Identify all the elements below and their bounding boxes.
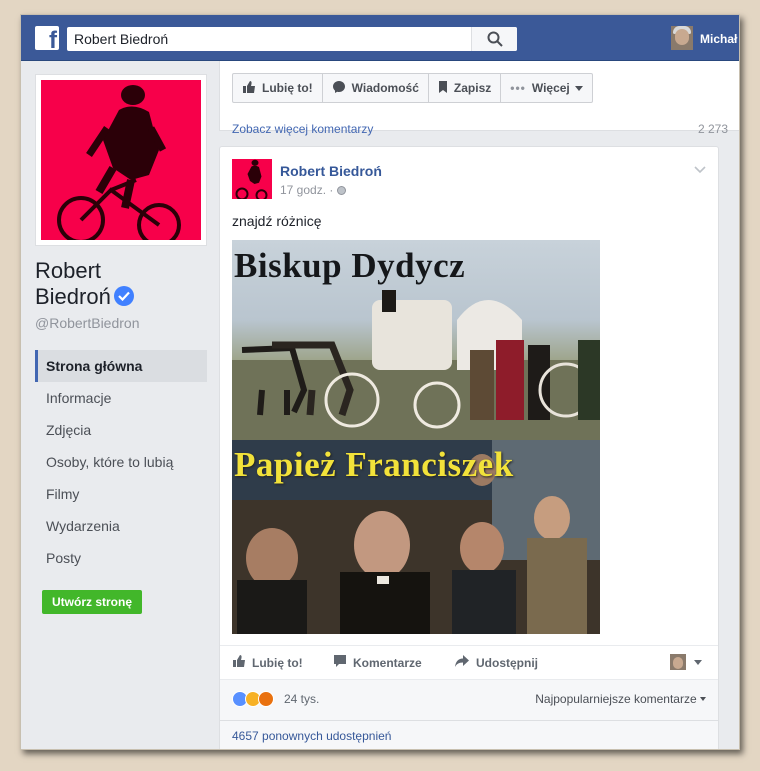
post-share-button[interactable]: Udostępnij xyxy=(454,654,538,671)
like-page-label: Lubię to! xyxy=(262,81,313,95)
messenger-icon xyxy=(332,80,346,97)
nav-item-photos[interactable]: Zdjęcia xyxy=(35,414,207,446)
post-options-chevron-icon[interactable] xyxy=(694,161,706,179)
search-button[interactable] xyxy=(471,27,517,51)
post-card: Robert Biedroń 17 godz. · znajdź różnicę xyxy=(219,146,719,749)
reaction-icons[interactable] xyxy=(232,691,274,707)
page-action-bar: Lubię to! Wiadomość Zapisz ••• Więcej Zo… xyxy=(219,61,739,136)
view-more-comments-link[interactable]: Zobacz więcej komentarzy xyxy=(232,122,373,136)
search-icon xyxy=(487,31,503,47)
page-title-second-line: Biedroń xyxy=(35,284,111,309)
post-text: znajdź różnicę xyxy=(232,213,322,229)
nav-item-events[interactable]: Wydarzenia xyxy=(35,510,207,542)
nav-item-videos[interactable]: Filmy xyxy=(35,478,207,510)
post-like-button[interactable]: Lubię to! xyxy=(232,654,303,671)
nav-item-home[interactable]: Strona główna xyxy=(35,350,207,382)
post-author-avatar[interactable] xyxy=(232,159,272,199)
like-page-button[interactable]: Lubię to! xyxy=(233,74,323,102)
meta-separator: · xyxy=(329,183,334,197)
page-navigation: Strona główna Informacje Zdjęcia Osoby, … xyxy=(35,350,207,574)
save-label: Zapisz xyxy=(453,81,492,95)
nav-item-likes[interactable]: Osoby, które to lubią xyxy=(35,446,207,478)
share-arrow-icon xyxy=(454,654,470,671)
post-share-label: Udostępnij xyxy=(476,655,538,670)
nav-item-about[interactable]: Informacje xyxy=(35,382,207,414)
more-button[interactable]: ••• Więcej xyxy=(501,74,592,102)
page-title-first-line: Robert xyxy=(35,258,102,283)
page-profile-picture[interactable] xyxy=(35,74,207,246)
user-avatar[interactable] xyxy=(671,26,693,50)
browser-frame: f Michał Robert Biedroń @RobertBied xyxy=(20,14,740,750)
post-timestamp[interactable]: 17 godz. xyxy=(280,183,326,197)
post-comment-label: Komentarze xyxy=(353,655,422,670)
thumbs-up-icon xyxy=(242,80,256,97)
search-input[interactable] xyxy=(67,27,471,51)
chevron-down-icon xyxy=(574,85,583,91)
top-comments-dropdown[interactable]: Najpopularniejsze komentarze xyxy=(535,692,706,706)
bookmark-icon xyxy=(438,80,448,97)
save-button[interactable]: Zapisz xyxy=(429,74,502,102)
reactions-count[interactable]: 24 tys. xyxy=(284,692,319,706)
top-comments-label: Najpopularniejsze komentarze xyxy=(535,692,697,706)
thumbs-up-icon xyxy=(232,654,246,671)
image-caption-bottom: Papież Franciszek xyxy=(234,445,514,484)
facebook-logo-icon[interactable]: f xyxy=(35,26,59,50)
nav-item-posts[interactable]: Posty xyxy=(35,542,207,574)
post-as-avatar[interactable] xyxy=(670,654,686,670)
shares-count-link[interactable]: 4657 ponownych udostępnień xyxy=(232,729,391,743)
user-name-link[interactable]: Michał xyxy=(700,32,737,46)
post-author-name[interactable]: Robert Biedroń xyxy=(280,163,382,179)
more-label: Więcej xyxy=(531,81,570,95)
create-page-button[interactable]: Utwórz stronę xyxy=(42,590,143,614)
divider xyxy=(220,720,718,721)
verified-badge-icon xyxy=(113,286,134,306)
cyclist-avatar-image xyxy=(235,159,268,199)
post-like-label: Lubię to! xyxy=(252,655,303,670)
message-button[interactable]: Wiadomość xyxy=(323,74,429,102)
comment-icon xyxy=(333,654,347,671)
message-label: Wiadomość xyxy=(351,81,419,95)
post-reactions-section: 24 tys. Najpopularniejsze komentarze 465… xyxy=(220,679,718,749)
image-caption-top: Biskup Dydycz xyxy=(234,246,466,285)
post-action-bar: Lubię to! Komentarze Udostępnij xyxy=(220,645,718,679)
post-meta: 17 godz. · xyxy=(280,183,346,197)
cyclist-silhouette-image xyxy=(57,85,181,240)
page-handle: @RobertBiedron xyxy=(35,315,140,331)
page-title[interactable]: Robert Biedroń xyxy=(35,258,215,310)
post-as-chevron-down-icon[interactable] xyxy=(694,660,702,665)
comment-count: 2 273 xyxy=(697,122,728,136)
post-image[interactable]: Biskup Dydycz Papież Franciszek xyxy=(232,240,600,634)
chevron-down-icon xyxy=(700,697,706,701)
logo-letter: f xyxy=(49,27,57,51)
angry-reaction-icon xyxy=(258,691,274,707)
page-actions: Lubię to! Wiadomość Zapisz ••• Więcej xyxy=(232,73,593,103)
top-navigation-bar: f Michał xyxy=(21,15,739,61)
search-box xyxy=(67,27,517,51)
globe-icon xyxy=(336,186,346,195)
post-comment-button[interactable]: Komentarze xyxy=(333,654,422,671)
more-dots-icon: ••• xyxy=(510,81,526,95)
